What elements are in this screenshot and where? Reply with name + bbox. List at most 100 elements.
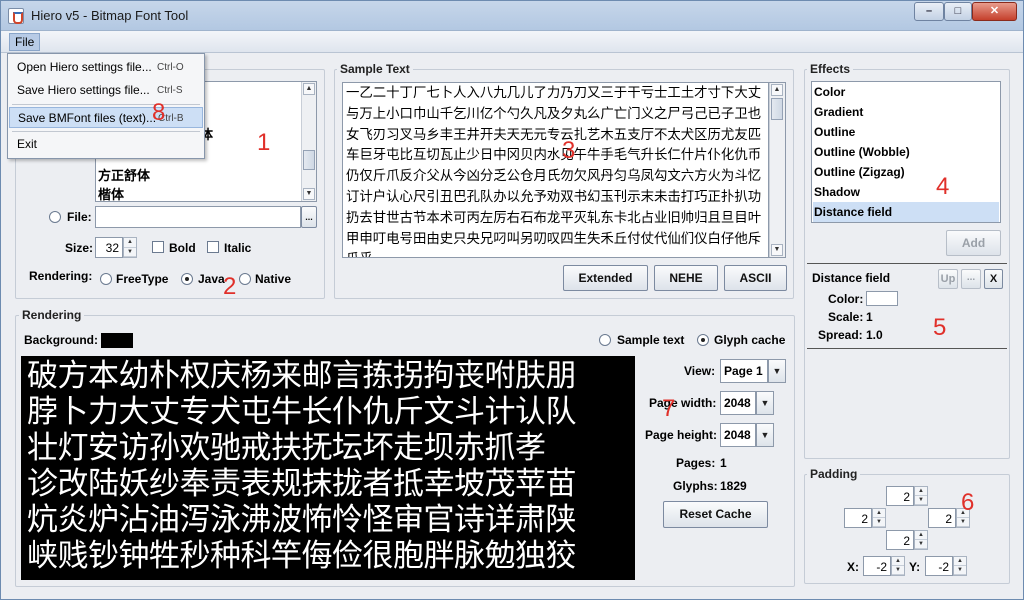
nehe-button[interactable]: NEHE: [654, 265, 718, 291]
italic-label: Italic: [224, 241, 252, 255]
sample-text-area[interactable]: 一乙二十丁厂七卜人入八九几儿了力乃刀又三于干亏士工土才寸下大丈与万上小口巾山千乞…: [342, 82, 769, 258]
font-file-input[interactable]: [95, 206, 301, 228]
java-app-icon: [8, 8, 24, 24]
chevron-down-icon[interactable]: ▼: [756, 391, 774, 415]
native-label: Native: [255, 272, 292, 286]
menu-item-save-settings[interactable]: Save Hiero settings file... Ctrl-S: [9, 80, 203, 101]
scroll-thumb[interactable]: [303, 150, 315, 170]
annotation-number: 6: [961, 489, 975, 516]
padding-top-stepper[interactable]: ▲ ▼: [914, 486, 928, 506]
file-radio[interactable]: [49, 211, 61, 223]
page-height-select[interactable]: 2048: [720, 423, 756, 447]
effect-color-swatch[interactable]: [866, 291, 898, 306]
maximize-button[interactable]: □: [944, 2, 972, 21]
size-stepper[interactable]: ▲ ▼: [123, 237, 137, 258]
font-list-scrollbar[interactable]: ▲ ▼: [301, 82, 316, 201]
glyph-row: 诊改陆妖纱奉责表规抹拢者抵幸坡茂苹苗: [27, 466, 577, 502]
padding-x-input[interactable]: -2: [863, 556, 891, 576]
font-list-item[interactable]: 楷体: [98, 184, 124, 201]
ascii-button[interactable]: ASCII: [724, 265, 787, 291]
file-label: File:: [67, 210, 92, 224]
annotation-number: 3: [562, 137, 576, 164]
browse-button[interactable]: ...: [301, 206, 317, 228]
menu-item-shortcut: Ctrl-O: [157, 62, 184, 73]
glyph-row: 峡贱钞钟牲秒种科竿侮俭很胞胖脉勉独狡: [27, 538, 577, 574]
effect-detail-title: Distance field: [812, 271, 891, 285]
page-height-label: Page height:: [645, 428, 718, 442]
glyph-row: 破方本幼朴权庆杨来邮言拣拐拘丧咐肤朋: [27, 358, 577, 394]
app-window: Hiero v5 - Bitmap Font Tool – □ ✕ File O…: [0, 0, 1024, 600]
effect-item-shadow[interactable]: Shadow: [813, 182, 999, 202]
menu-item-save-bmfont[interactable]: Save BMFont files (text)... Ctrl-B: [9, 107, 203, 128]
title-bar[interactable]: Hiero v5 - Bitmap Font Tool – □ ✕: [1, 1, 1023, 31]
glyphs-value: 1829: [720, 479, 747, 493]
padding-left-input[interactable]: 2: [844, 508, 872, 528]
native-radio[interactable]: [239, 273, 251, 285]
add-effect-button[interactable]: Add: [946, 230, 1001, 256]
scroll-up-icon[interactable]: ▲: [771, 84, 783, 96]
sample-text-title: Sample Text: [337, 62, 413, 76]
italic-checkbox[interactable]: [207, 241, 219, 253]
minimize-button[interactable]: –: [914, 2, 944, 21]
chevron-down-icon[interactable]: ▼: [768, 359, 786, 383]
pages-value: 1: [720, 456, 727, 470]
java-radio[interactable]: [181, 273, 193, 285]
effect-item-outline[interactable]: Outline: [813, 122, 999, 142]
menu-item-open-settings[interactable]: Open Hiero settings file... Ctrl-O: [9, 57, 203, 78]
padding-top-input[interactable]: 2: [886, 486, 914, 506]
padding-y-stepper[interactable]: ▲ ▼: [953, 556, 967, 576]
effect-item-outline-wobble[interactable]: Outline (Wobble): [813, 142, 999, 162]
java-label: Java: [198, 272, 225, 286]
freetype-radio[interactable]: [100, 273, 112, 285]
extended-button[interactable]: Extended: [563, 265, 648, 291]
menu-separator: [12, 104, 200, 105]
effect-scale-value[interactable]: 1: [866, 310, 873, 324]
glyph-cache-radio[interactable]: [697, 334, 709, 346]
scroll-down-icon[interactable]: ▼: [303, 188, 315, 200]
annotation-number: 4: [936, 173, 950, 200]
close-button[interactable]: ✕: [972, 2, 1017, 21]
padding-y-input[interactable]: -2: [925, 556, 953, 576]
page-width-select[interactable]: 2048: [720, 391, 756, 415]
padding-x-stepper[interactable]: ▲ ▼: [891, 556, 905, 576]
scroll-thumb[interactable]: [771, 98, 783, 120]
padding-right-input[interactable]: 2: [928, 508, 956, 528]
effect-spread-value[interactable]: 1.0: [866, 328, 883, 342]
sample-text-scrollbar[interactable]: ▲ ▼: [769, 82, 786, 258]
view-select[interactable]: Page 1: [720, 359, 768, 383]
sample-text-content[interactable]: 一乙二十丁厂七卜人入八九几儿了力乃刀又三于干亏士工土才寸下大丈与万上小口巾山千乞…: [346, 84, 766, 257]
reset-cache-button[interactable]: Reset Cache: [663, 501, 768, 528]
menu-item-label: Exit: [17, 137, 38, 151]
view-label: View:: [684, 364, 716, 378]
effect-divider: [807, 348, 1007, 349]
menu-item-exit[interactable]: Exit: [9, 134, 203, 155]
glyph-cache-preview[interactable]: 破方本幼朴权庆杨来邮言拣拐拘丧咐肤朋 脖卜力大丈专犬屯牛长仆仇斤文斗计认队 壮灯…: [21, 356, 635, 580]
bold-checkbox[interactable]: [152, 241, 164, 253]
menu-file[interactable]: File: [9, 33, 41, 51]
scroll-up-icon[interactable]: ▲: [303, 83, 315, 95]
size-input[interactable]: 32: [95, 237, 123, 258]
effect-item-distance-field[interactable]: Distance field: [813, 202, 999, 222]
effect-item-color[interactable]: Color: [813, 82, 999, 102]
pages-label: Pages:: [676, 456, 716, 470]
effects-list[interactable]: Color Gradient Outline Outline (Wobble) …: [811, 81, 1001, 223]
effect-item-gradient[interactable]: Gradient: [813, 102, 999, 122]
padding-title: Padding: [807, 467, 861, 481]
padding-left-stepper[interactable]: ▲ ▼: [872, 508, 886, 528]
chevron-down-icon[interactable]: ▼: [756, 423, 774, 447]
effect-remove-button[interactable]: X: [984, 269, 1003, 289]
padding-bottom-input[interactable]: 2: [886, 530, 914, 550]
rendering-title: Rendering: [19, 308, 85, 322]
effect-item-outline-zigzag[interactable]: Outline (Zigzag): [813, 162, 999, 182]
effect-up-button[interactable]: Up: [938, 269, 958, 289]
annotation-number: 7: [662, 395, 676, 422]
effect-scale-label: Scale:: [828, 310, 864, 324]
background-color-swatch[interactable]: [101, 333, 133, 348]
scroll-down-icon[interactable]: ▼: [771, 244, 783, 256]
menu-bar: File: [1, 31, 1023, 53]
font-list-item[interactable]: 方正舒体: [98, 165, 150, 184]
bold-label: Bold: [169, 241, 196, 255]
sample-text-radio[interactable]: [599, 334, 611, 346]
effect-more-button[interactable]: ...: [961, 269, 981, 289]
padding-bottom-stepper[interactable]: ▲ ▼: [914, 530, 928, 550]
